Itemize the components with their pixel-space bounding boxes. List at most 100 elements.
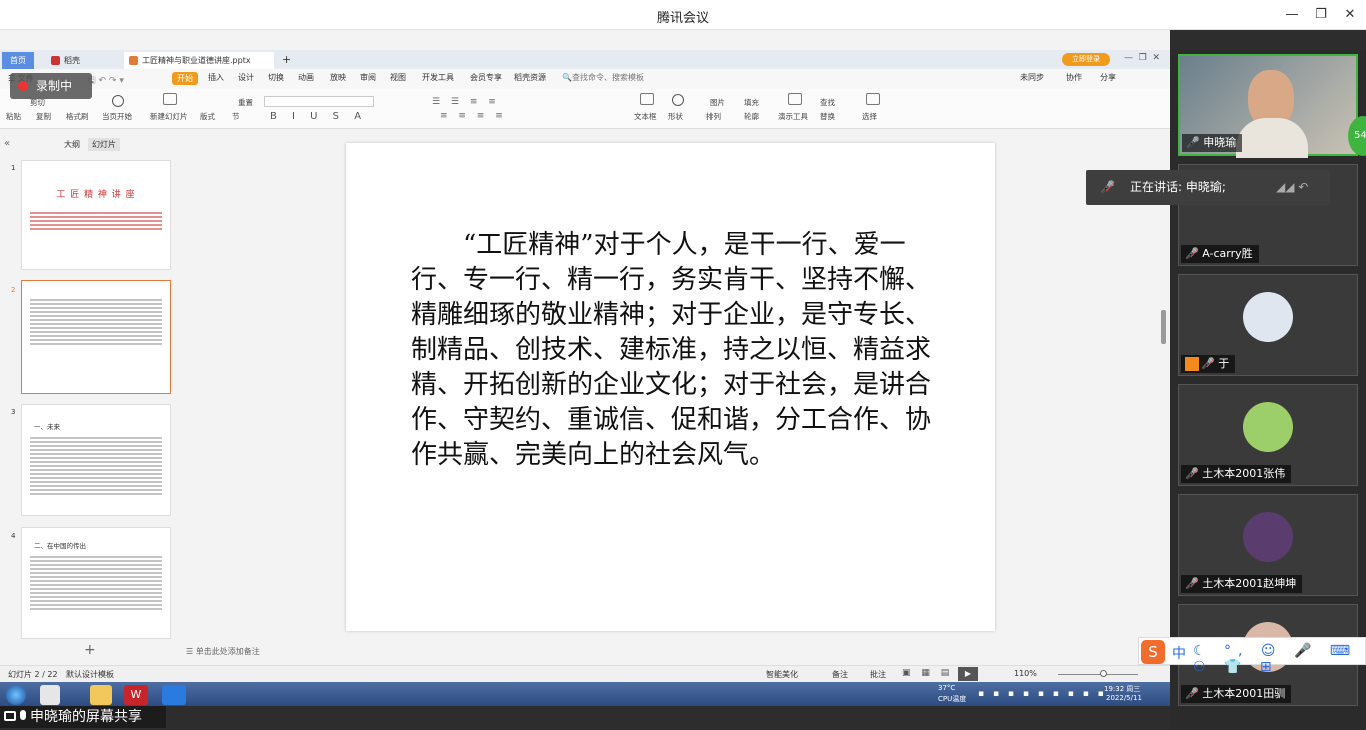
new-slide-button[interactable]: 新建幻灯片 [150, 111, 188, 122]
minimize-icon[interactable]: — [1282, 6, 1302, 24]
slide-thumb[interactable]: 二、在中国的传出 [21, 527, 171, 639]
ribbon-tab-insert[interactable]: 插入 [208, 72, 224, 83]
tab-outline[interactable]: 大纲 [64, 139, 80, 150]
ribbon-tab-slideshow[interactable]: 放映 [330, 72, 346, 83]
outline-button[interactable]: 轮廓 [744, 111, 759, 122]
zoom-slider-handle[interactable] [1100, 670, 1107, 677]
ime-tool-icons[interactable]: ☾ °, ☺ 🎤 ⌨ ⚇ 👕 ⊞ [1193, 643, 1365, 675]
slide-canvas[interactable]: “工匠精神”对于个人，是干一行、爱一行、专一行、精一行，务实肯干、坚持不懈、精雕… [346, 143, 995, 631]
video-tile[interactable]: 🎤̸ 于 [1178, 274, 1358, 376]
tab-home[interactable]: 首页 [2, 52, 34, 69]
sogou-icon[interactable]: S [1141, 640, 1165, 664]
layout-button[interactable]: 版式 [200, 111, 215, 122]
ime-mode[interactable]: 中 [1172, 643, 1186, 663]
ime-toolbar: S 中 ☾ °, ☺ 🎤 ⌨ ⚇ 👕 ⊞ [1138, 637, 1366, 675]
collab-button[interactable]: 协作 [1066, 72, 1082, 83]
zoom-level[interactable]: 110% [1014, 669, 1037, 678]
ribbon-tab-view[interactable]: 视图 [390, 72, 406, 83]
tab-pptx[interactable]: 工匠精神与职业道德讲座.pptx [124, 52, 274, 69]
avatar [1243, 512, 1293, 562]
participant-name: 🎤̸ 土木本2001赵坤坤 [1181, 575, 1303, 593]
collapse-panel-icon[interactable]: « [4, 138, 10, 149]
play-slideshow-icon[interactable]: ▶ [958, 667, 978, 681]
select-icon [866, 93, 880, 108]
slide-number: 3 [11, 408, 16, 416]
share-doc-button[interactable]: 分享 [1100, 72, 1116, 83]
user-icon [1185, 357, 1199, 371]
smart-beautify-button[interactable]: 智能美化 [766, 669, 798, 680]
notes-toggle-button[interactable]: 备注 [832, 669, 848, 680]
notes-area[interactable]: ☰ 单击此处添加备注 [186, 646, 260, 657]
replace-button[interactable]: 替换 [820, 111, 835, 122]
format-painter-button[interactable]: 格式刷 [66, 111, 89, 122]
slide-thumb[interactable]: 工 匠 精 神 讲 座 [21, 160, 171, 270]
select-button[interactable]: 选择 [862, 111, 877, 122]
video-tile[interactable]: 🎤̸ 土木本2001赵坤坤 [1178, 494, 1358, 596]
font-style-icons[interactable]: B I U S A [270, 111, 367, 122]
ribbon-tab-animation[interactable]: 动画 [298, 72, 314, 83]
ribbon-tab-design[interactable]: 设计 [238, 72, 254, 83]
slide-thumb-selected[interactable] [21, 280, 171, 394]
slide-thumb[interactable]: 一、未来 [21, 404, 171, 516]
tab-slides[interactable]: 幻灯片 [88, 138, 120, 151]
zoom-slider[interactable] [1058, 674, 1138, 675]
tab-docer[interactable]: 稻壳 [46, 52, 88, 69]
textbox-button[interactable]: 文本框 [634, 111, 657, 122]
find-button[interactable]: 查找 [820, 97, 835, 108]
ribbon-tab-review[interactable]: 审阅 [360, 72, 376, 83]
paste-button[interactable]: 粘贴 [6, 111, 21, 122]
restore-icon[interactable]: ❐ [1311, 6, 1331, 24]
from-current-button[interactable]: 当页开始 [102, 111, 132, 122]
vertical-scrollbar[interactable] [1161, 310, 1166, 344]
reset-button[interactable]: 重置 [238, 97, 253, 108]
participant-name: 🎤̸ 土木本2001田驯 [1181, 685, 1292, 703]
avatar [1243, 402, 1293, 452]
ribbon-tab-home[interactable]: 开始 [172, 72, 198, 85]
add-slide-icon[interactable]: + [84, 642, 96, 658]
paragraph-icons[interactable]: ☰ ☰ ≡ ≡ [432, 97, 500, 107]
view-mode-icons[interactable]: ▣ ▦ ▤ [902, 668, 953, 678]
section-button[interactable]: 节 [232, 111, 240, 122]
slide-panel: « 大纲 幻灯片 1 工 匠 精 神 讲 座 2 3 一、未来 4 二、在中国的… [0, 130, 182, 658]
ribbon-tab-member[interactable]: 会员专享 [470, 72, 502, 83]
wps-window-controls[interactable]: — ❐ ✕ [1124, 53, 1160, 63]
comments-button[interactable]: 批注 [870, 669, 886, 680]
align-icons[interactable]: ≡ ≡ ≡ ≡ [440, 111, 507, 121]
status-bar: 幻灯片 2 / 22 默认设计模板 智能美化 备注 批注 ▣ ▦ ▤ ▶ 110… [0, 665, 1170, 682]
mic-muted-icon: 🎤̸ [1185, 577, 1203, 590]
new-tab-icon[interactable]: + [282, 53, 291, 66]
font-family-select[interactable] [264, 96, 374, 107]
video-tile[interactable]: 🎤 申晓瑜 [1178, 54, 1358, 158]
clock-date: 2022/5/11 [1106, 694, 1142, 702]
windows-taskbar: W 37°C CPU温度 ▪ ▪ ▪ ▪ ▪ ▪ ▪ ▪ ▪ 19:32 周三 … [0, 682, 1170, 706]
shared-screen: 首页 稻壳 工匠精神与职业道德讲座.pptx + 立即登录 — ❐ ✕ ☰ 文件… [0, 30, 1170, 706]
slide-number: 4 [11, 532, 16, 540]
new-slide-icon [163, 93, 177, 108]
start-icon[interactable] [6, 685, 26, 705]
close-icon[interactable]: ✕ [1340, 6, 1360, 24]
clock-time: 19:32 周三 [1104, 685, 1141, 693]
tray-icons[interactable]: ▪ ▪ ▪ ▪ ▪ ▪ ▪ ▪ ▪ [978, 689, 1107, 699]
folder-icon[interactable] [90, 685, 112, 705]
tencent-meeting-app-icon[interactable] [162, 685, 186, 705]
slide-body-text[interactable]: “工匠精神”对于个人，是干一行、爱一行、专一行、精一行，务实肯干、坚持不懈、精雕… [411, 228, 956, 473]
video-tile[interactable]: 🎤̸ 土木本2001张伟 [1178, 384, 1358, 486]
presentation-tools-button[interactable]: 演示工具 [778, 111, 808, 122]
fill-button[interactable]: 填充 [744, 97, 759, 108]
ribbon-tab-transition[interactable]: 切换 [268, 72, 284, 83]
picture-button[interactable]: 图片 [710, 97, 725, 108]
cpu-temp-label: CPU温度 [938, 695, 967, 703]
unsynced-button[interactable]: 未同步 [1020, 72, 1044, 83]
app-icon[interactable] [40, 685, 60, 705]
participant-name: 🎤̸ A-carry胜 [1181, 245, 1259, 263]
quick-access-icons[interactable]: 🖫 ↶ ↷ ▾ [88, 73, 124, 89]
arrange-button[interactable]: 排列 [706, 111, 721, 122]
command-search[interactable]: 🔍查找命令、搜索模板 [562, 72, 644, 83]
login-button[interactable]: 立即登录 [1062, 53, 1110, 66]
wps-app-icon[interactable]: W [124, 685, 148, 705]
recording-badge[interactable]: 录制中 [10, 73, 92, 99]
copy-button[interactable]: 复制 [36, 111, 51, 122]
shape-button[interactable]: 形状 [668, 111, 683, 122]
ribbon-tab-developer[interactable]: 开发工具 [422, 72, 454, 83]
ribbon-tab-docer[interactable]: 稻壳资源 [514, 72, 546, 83]
